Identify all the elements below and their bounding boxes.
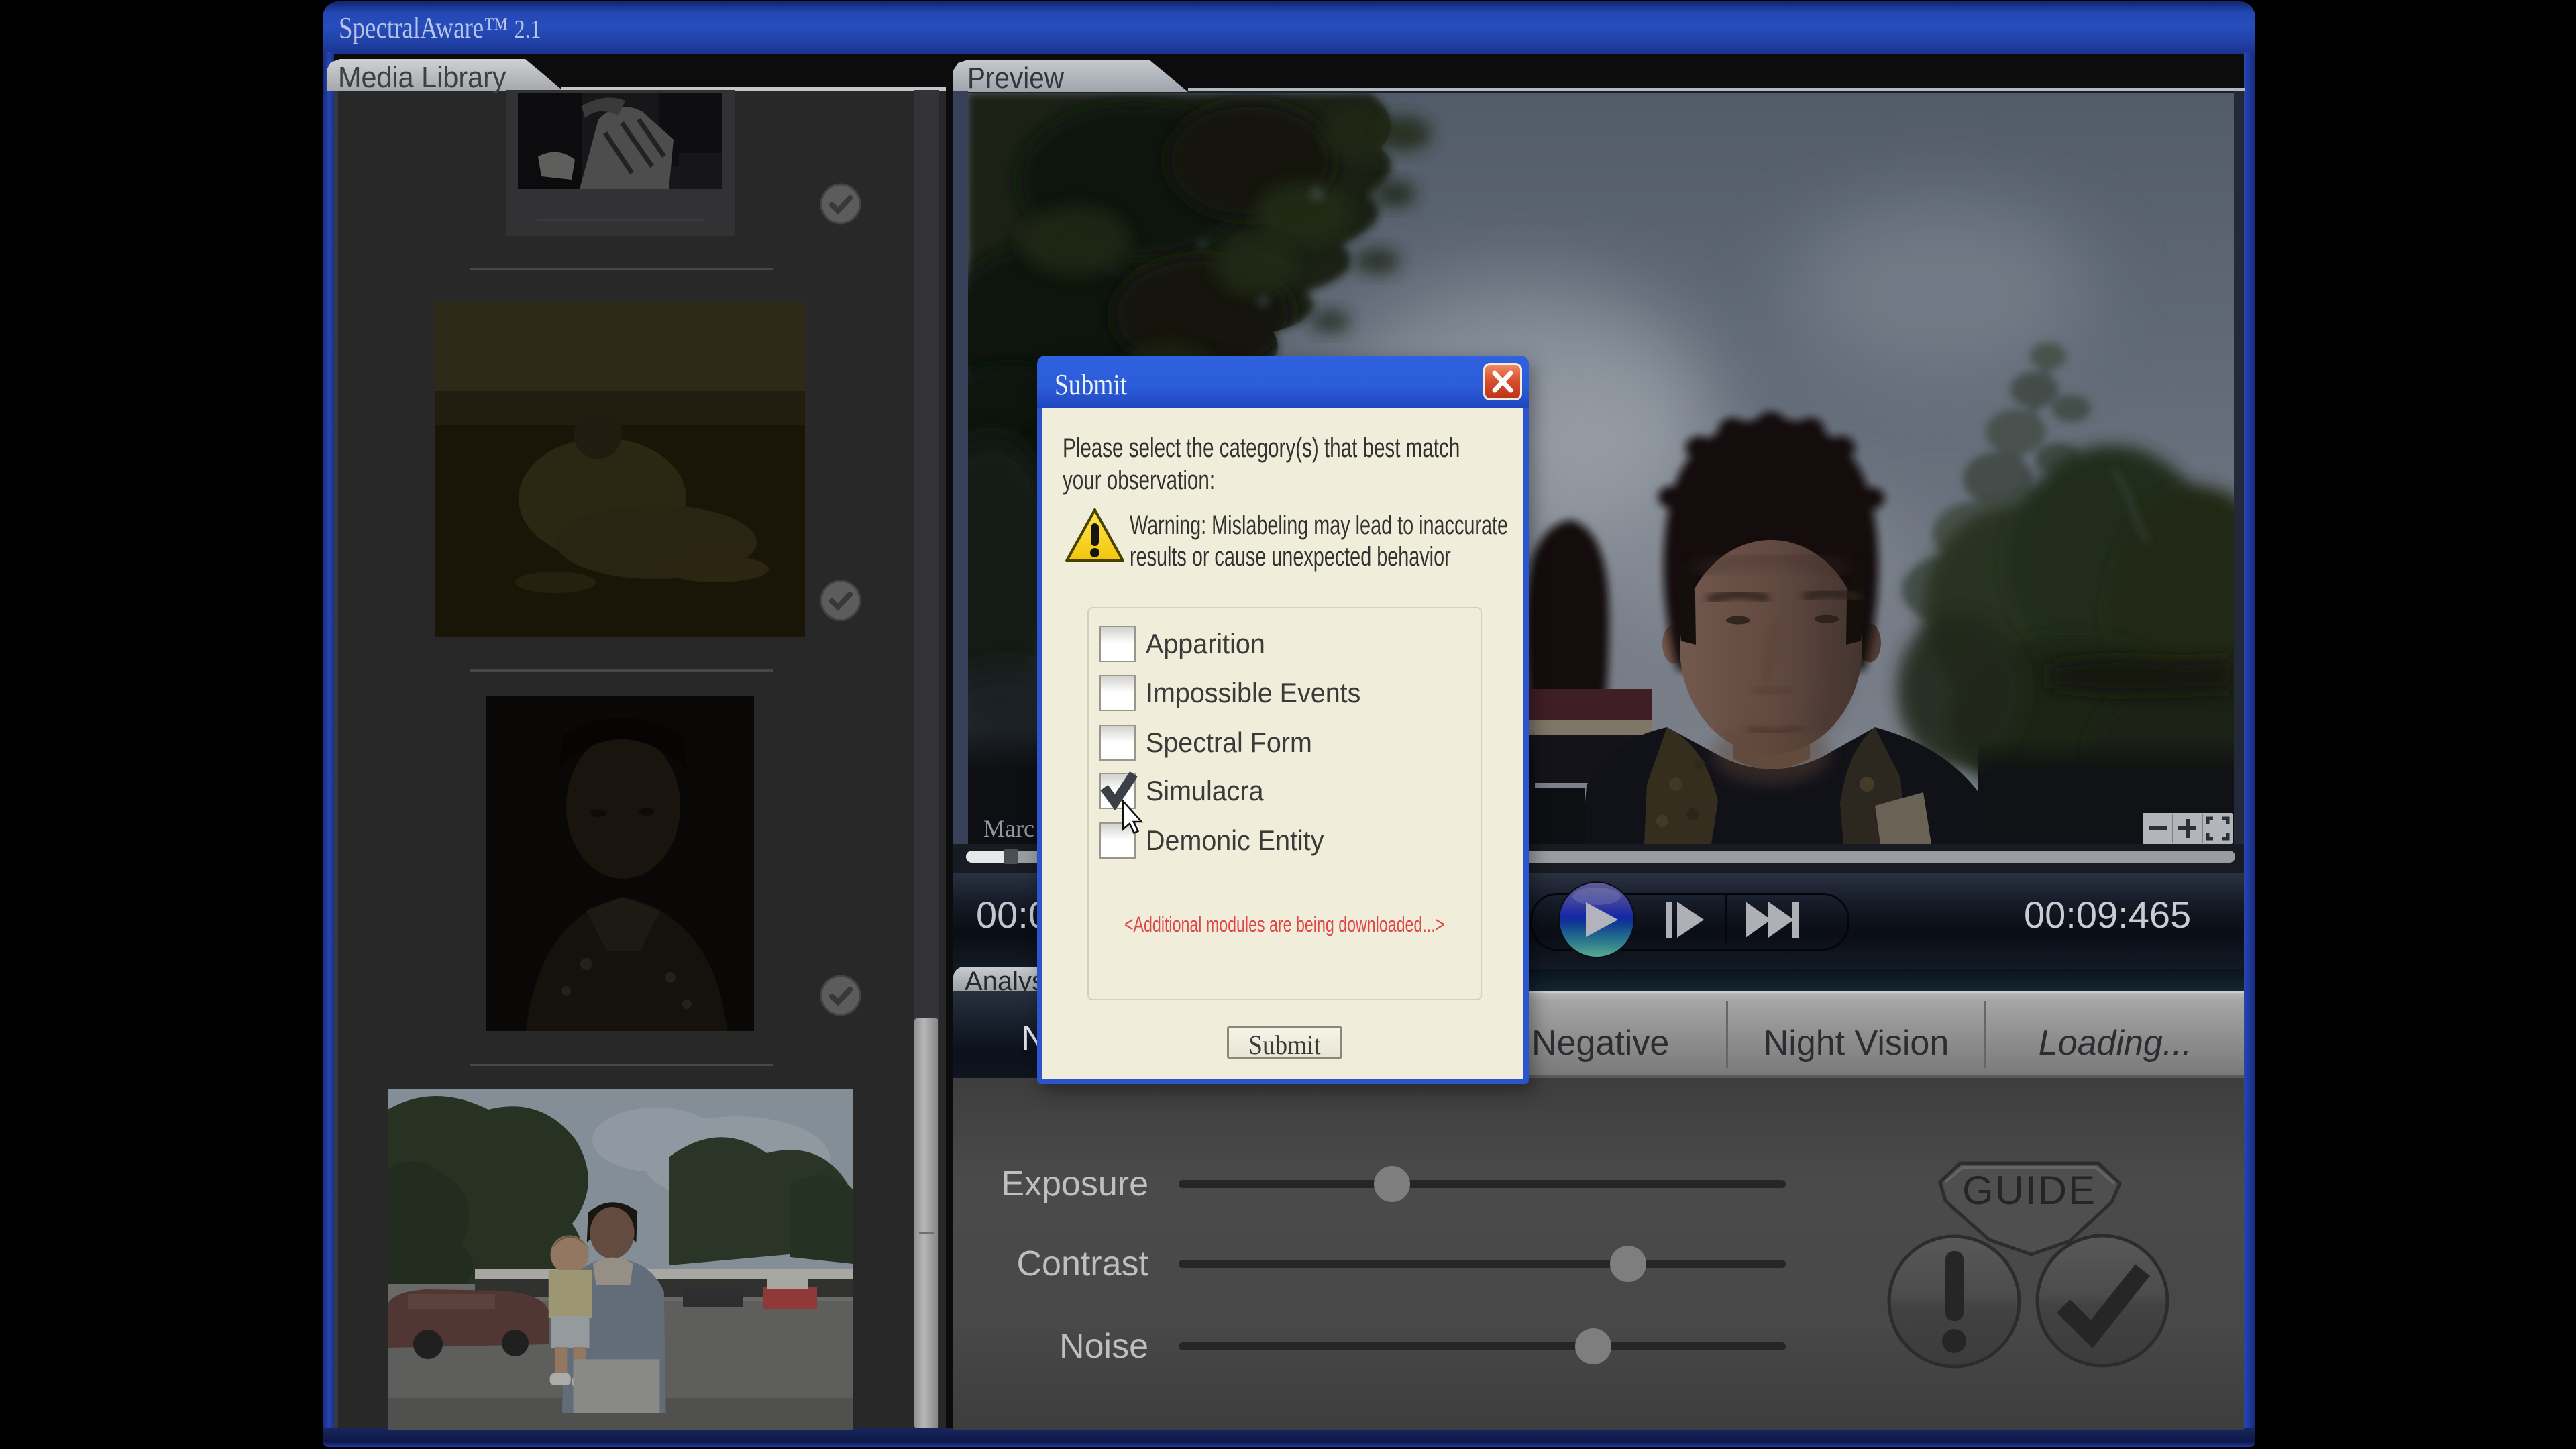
svg-text:GUIDE: GUIDE (1962, 1168, 2096, 1213)
